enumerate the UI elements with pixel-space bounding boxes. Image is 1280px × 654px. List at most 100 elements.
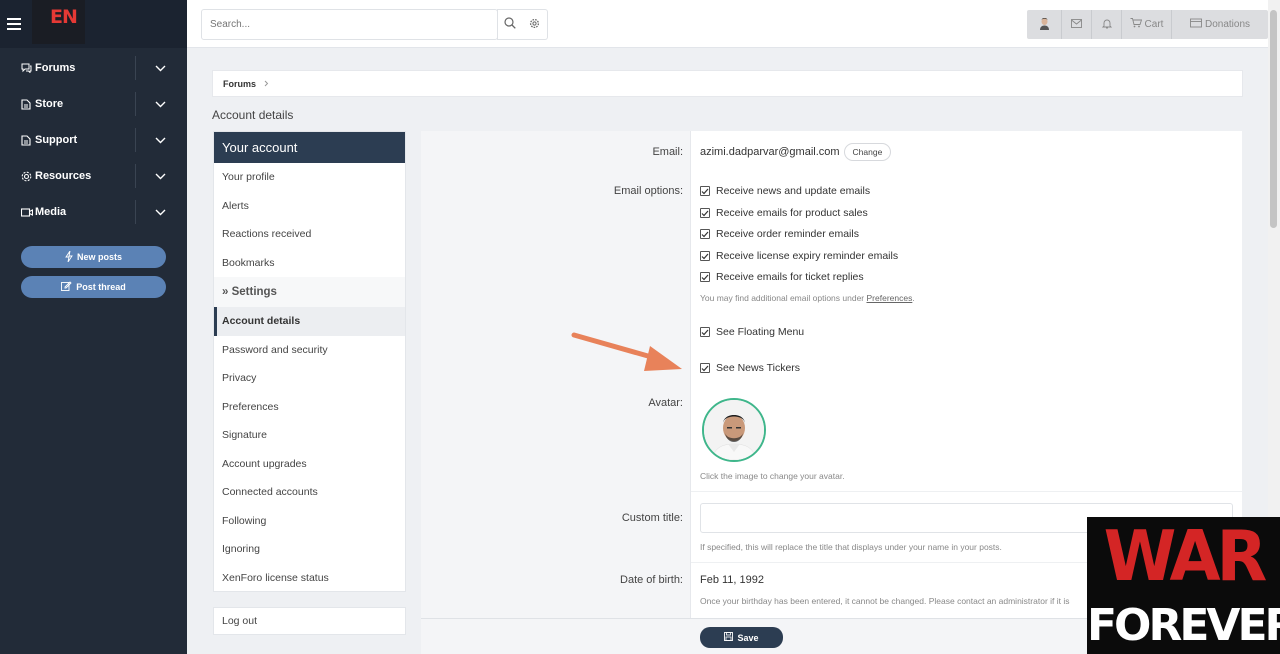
menu-account-details[interactable]: Account details bbox=[214, 307, 405, 336]
nav-label: Forums bbox=[35, 62, 76, 74]
email-row: azimi.dadparvar@gmail.com Change bbox=[700, 143, 892, 161]
divider bbox=[135, 164, 136, 188]
menu-bookmarks[interactable]: Bookmarks bbox=[214, 249, 405, 278]
custom-title-hint: If specified, this will replace the titl… bbox=[700, 542, 1002, 552]
search-button[interactable] bbox=[497, 9, 523, 40]
email-value: azimi.dadparvar@gmail.com bbox=[700, 146, 840, 158]
nav-label: Store bbox=[35, 98, 64, 110]
checkbox[interactable] bbox=[700, 251, 710, 261]
divider bbox=[135, 56, 136, 80]
option-license-expiry[interactable]: Receive license expiry reminder emails bbox=[700, 250, 898, 262]
menu-privacy[interactable]: Privacy bbox=[214, 364, 405, 393]
overlay-line-1: WAR bbox=[1103, 517, 1268, 597]
option-floating-menu[interactable]: See Floating Menu bbox=[700, 326, 804, 338]
dob-value: Feb 11, 1992 bbox=[700, 574, 765, 586]
scrollbar-thumb[interactable] bbox=[1270, 10, 1277, 228]
option-label: Receive order reminder emails bbox=[716, 228, 859, 240]
option-label: Receive emails for product sales bbox=[716, 207, 868, 219]
dob-label: Date of birth: bbox=[620, 574, 683, 586]
option-label: See Floating Menu bbox=[716, 326, 805, 338]
hint-text: You may find additional email options un… bbox=[700, 293, 867, 303]
new-posts-label: New posts bbox=[76, 252, 122, 262]
nav-media[interactable]: Media bbox=[0, 194, 187, 230]
nav-forums[interactable]: Forums bbox=[0, 50, 187, 86]
hint-suffix: . bbox=[912, 293, 915, 303]
option-news-updates[interactable]: Receive news and update emails bbox=[700, 185, 870, 197]
war-forever-overlay: WAR FOREVER bbox=[1087, 517, 1280, 654]
edit-icon bbox=[61, 281, 72, 293]
search-icon bbox=[504, 17, 516, 32]
menu-password-security[interactable]: Password and security bbox=[214, 336, 405, 365]
chevron-down-icon[interactable] bbox=[155, 135, 166, 147]
search-settings-button[interactable] bbox=[522, 9, 548, 40]
divider bbox=[135, 92, 136, 116]
preferences-link[interactable]: Preferences bbox=[867, 293, 913, 303]
page-title: Account details bbox=[212, 108, 294, 122]
alerts-button[interactable] bbox=[1092, 10, 1122, 39]
envelope-icon bbox=[1071, 18, 1082, 31]
nav-support[interactable]: Support bbox=[0, 122, 187, 158]
post-thread-button[interactable]: Post thread bbox=[21, 276, 166, 298]
menu-connected-accounts[interactable]: Connected accounts bbox=[214, 478, 405, 507]
menu-following[interactable]: Following bbox=[214, 507, 405, 536]
menu-ignoring[interactable]: Ignoring bbox=[214, 535, 405, 564]
menu-your-profile[interactable]: Your profile bbox=[214, 163, 405, 192]
nav-resources[interactable]: Resources bbox=[0, 158, 187, 194]
user-bar: Cart Donations bbox=[1027, 10, 1268, 39]
checkbox[interactable] bbox=[700, 208, 710, 218]
conversations-button[interactable] bbox=[1062, 10, 1092, 39]
breadcrumb: Forums bbox=[212, 70, 1243, 97]
avatar-hint: Click the image to change your avatar. bbox=[700, 471, 845, 481]
cart-button[interactable]: Cart bbox=[1122, 10, 1172, 39]
menu-preferences[interactable]: Preferences bbox=[214, 393, 405, 422]
sidebar: EN Forums Store Support Resources Media … bbox=[0, 0, 187, 654]
menu-alerts[interactable]: Alerts bbox=[214, 192, 405, 221]
checkbox[interactable] bbox=[700, 327, 710, 337]
new-posts-button[interactable]: New posts bbox=[21, 246, 166, 268]
avatar-label: Avatar: bbox=[648, 397, 683, 409]
user-avatar-button[interactable] bbox=[1027, 10, 1062, 39]
donations-icon bbox=[1190, 18, 1202, 31]
nav-store[interactable]: Store bbox=[0, 86, 187, 122]
checkbox[interactable] bbox=[700, 229, 710, 239]
option-product-sales[interactable]: Receive emails for product sales bbox=[700, 207, 868, 219]
menu-signature[interactable]: Signature bbox=[214, 421, 405, 450]
save-icon bbox=[724, 632, 734, 643]
divider bbox=[135, 200, 136, 224]
donations-button[interactable]: Donations bbox=[1172, 10, 1268, 39]
checkbox[interactable] bbox=[700, 186, 710, 196]
chevron-down-icon[interactable] bbox=[155, 63, 166, 75]
divider bbox=[691, 491, 1242, 492]
breadcrumb-forums[interactable]: Forums bbox=[223, 79, 256, 89]
arrow-annotation bbox=[571, 332, 682, 371]
search-input[interactable] bbox=[202, 10, 498, 39]
logout-link[interactable]: Log out bbox=[213, 607, 406, 635]
change-email-button[interactable]: Change bbox=[843, 143, 892, 161]
option-order-reminder[interactable]: Receive order reminder emails bbox=[700, 228, 859, 240]
email-options-label: Email options: bbox=[613, 185, 683, 197]
divider bbox=[135, 128, 136, 152]
site-logo[interactable]: EN bbox=[32, 0, 85, 44]
resources-icon bbox=[21, 171, 35, 182]
option-news-tickers[interactable]: See News Tickers bbox=[700, 362, 800, 374]
menu-icon[interactable] bbox=[0, 0, 28, 48]
chevron-down-icon[interactable] bbox=[155, 207, 166, 219]
option-ticket-replies[interactable]: Receive emails for ticket replies bbox=[700, 271, 864, 283]
menu-xenforo-license-status[interactable]: XenForo license status bbox=[214, 564, 405, 593]
checkbox[interactable] bbox=[700, 363, 710, 373]
menu-account-upgrades[interactable]: Account upgrades bbox=[214, 450, 405, 479]
chevron-down-icon[interactable] bbox=[155, 99, 166, 111]
avatar-image[interactable] bbox=[702, 398, 766, 462]
store-icon bbox=[21, 98, 35, 110]
save-button[interactable]: Save bbox=[700, 627, 783, 648]
checkbox[interactable] bbox=[700, 272, 710, 282]
email-label: Email: bbox=[652, 146, 683, 158]
menu-reactions-received[interactable]: Reactions received bbox=[214, 220, 405, 249]
account-menu: Your account Your profile Alerts Reactio… bbox=[213, 131, 406, 592]
post-thread-label: Post thread bbox=[76, 282, 126, 292]
support-icon bbox=[21, 134, 35, 146]
cart-label: Cart bbox=[1144, 19, 1164, 30]
dob-hint: Once your birthday has been entered, it … bbox=[700, 596, 1070, 606]
chevron-down-icon[interactable] bbox=[155, 171, 166, 183]
custom-title-label: Custom title: bbox=[621, 512, 683, 524]
